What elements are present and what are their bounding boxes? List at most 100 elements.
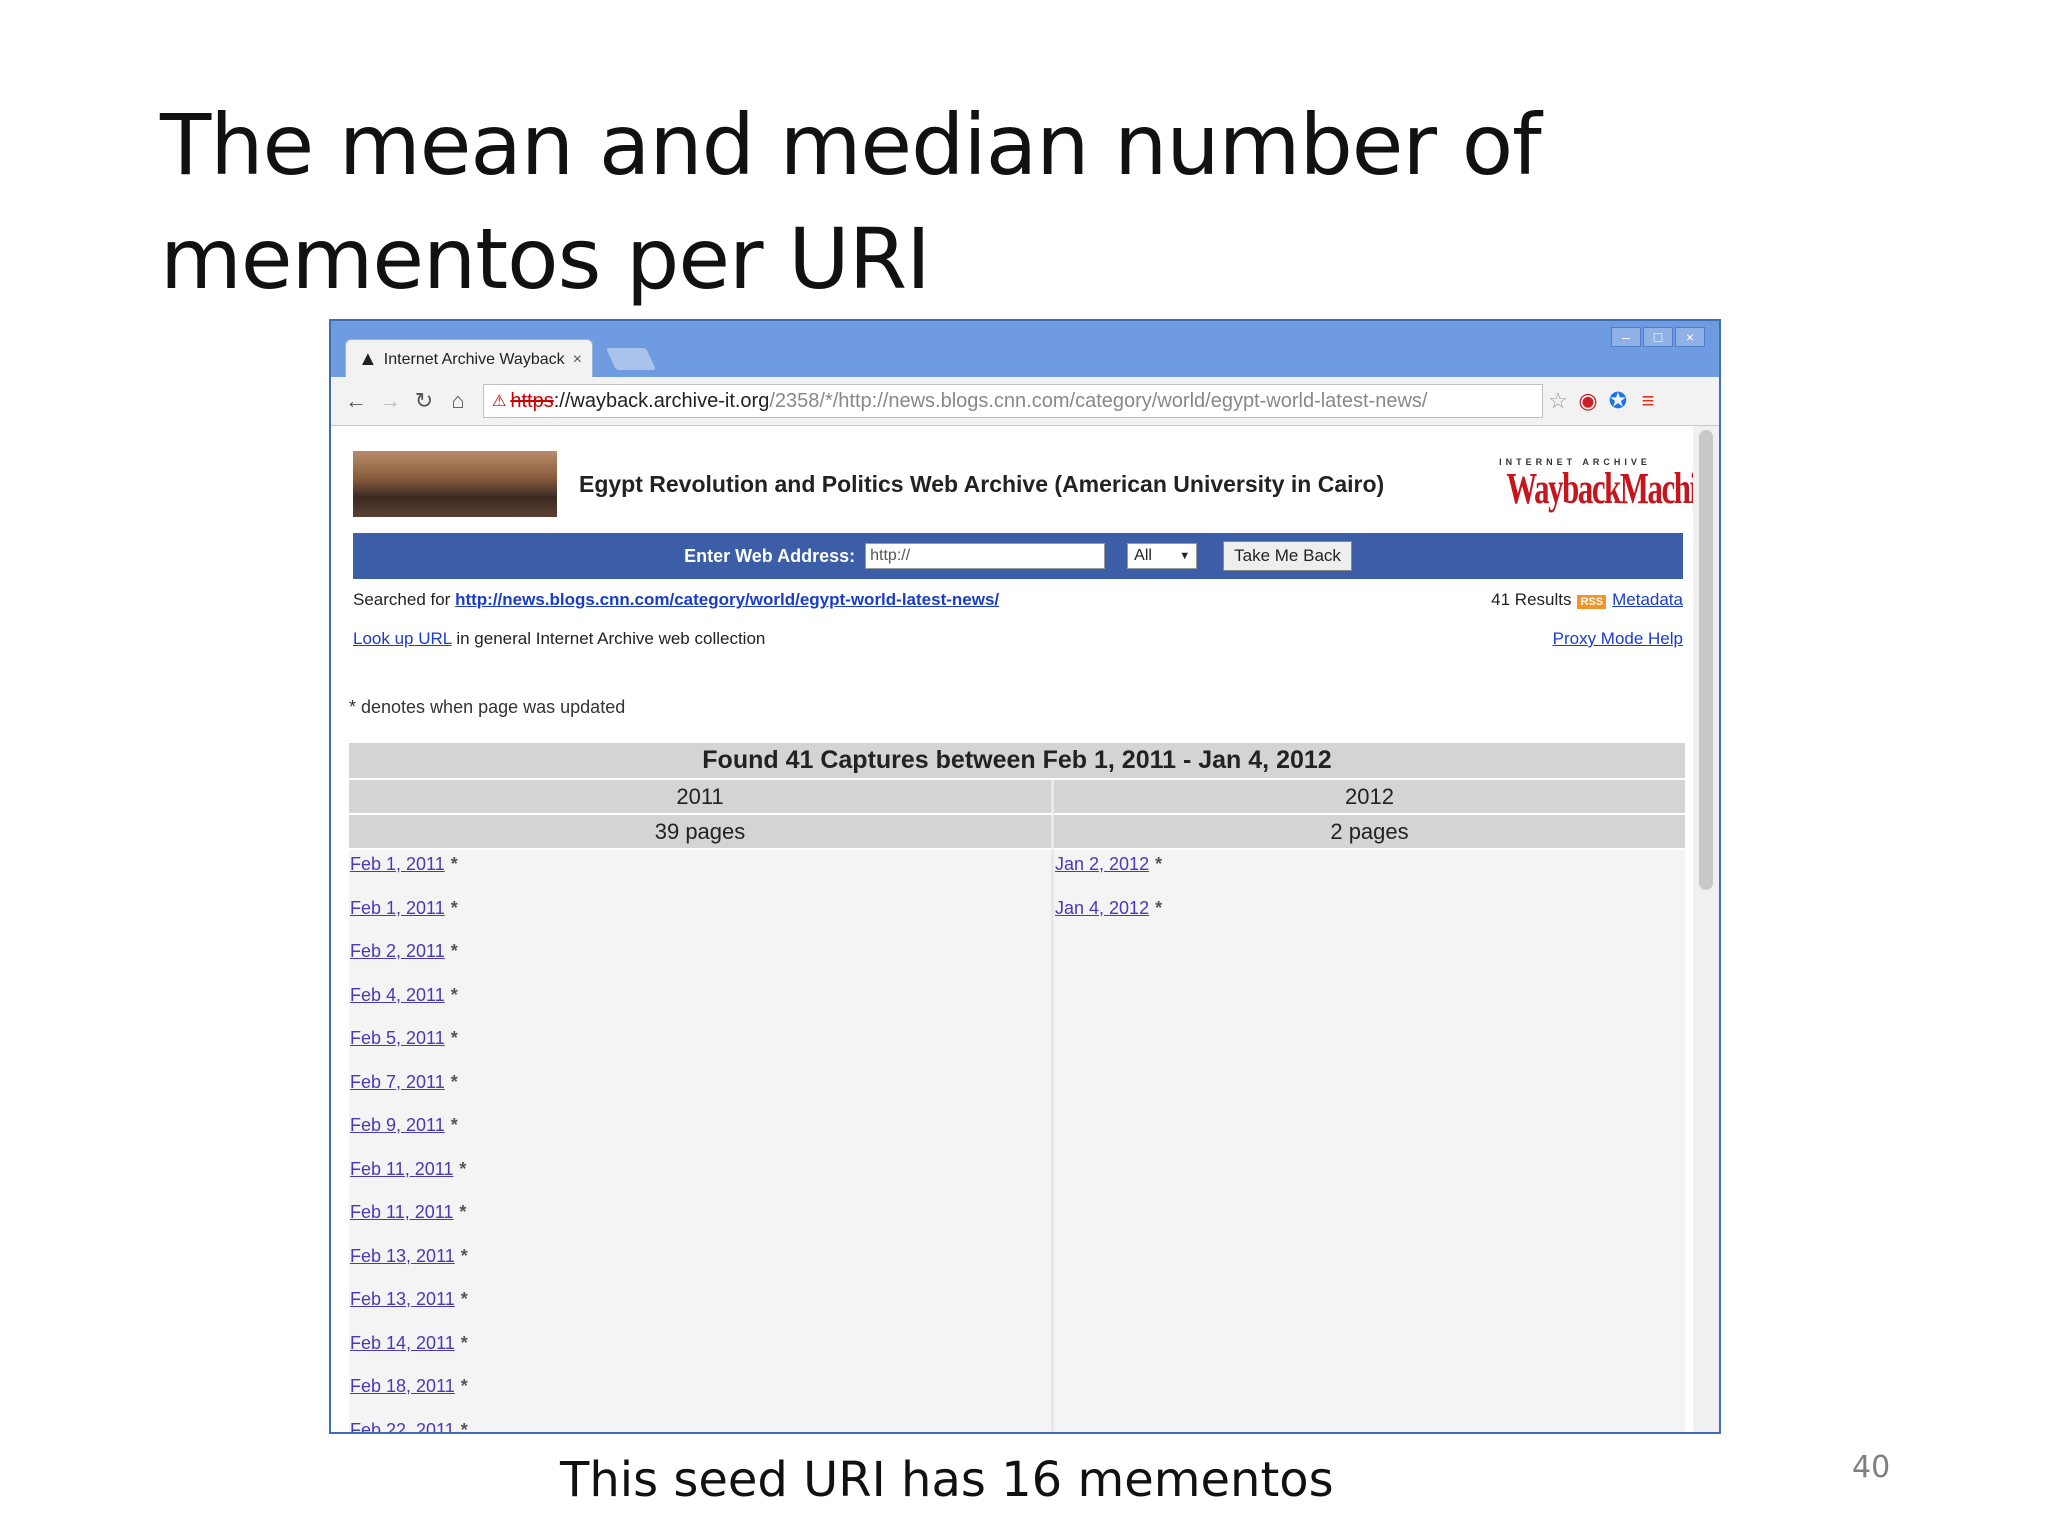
updated-mark: * xyxy=(460,1332,468,1353)
capture-date-link[interactable]: Feb 11, 2011 xyxy=(350,1159,453,1179)
page-scrollbar[interactable] xyxy=(1693,426,1719,1432)
captures-heading: Found 41 Captures between Feb 1, 2011 - … xyxy=(349,743,1685,780)
year-2012-header: 2012 xyxy=(1054,780,1685,815)
new-tab-button[interactable] xyxy=(605,348,657,370)
updated-mark: * xyxy=(450,1028,458,1048)
pages-2012: 2 pages xyxy=(1054,815,1685,850)
url-scheme: https xyxy=(510,389,554,412)
capture-date-link[interactable]: Feb 2, 2011 xyxy=(350,941,445,961)
capture-item: Feb 22, 2011 * xyxy=(350,1419,1050,1434)
slide-title-line2: mementos per URI xyxy=(160,210,931,308)
url-path: /2358/*/http://news.blogs.cnn.com/catego… xyxy=(769,389,1428,412)
capture-item: Feb 5, 2011 * xyxy=(350,1028,1050,1072)
updated-mark: * xyxy=(450,854,458,874)
updated-note: * denotes when page was updated xyxy=(349,697,626,717)
browser-window: ▲ Internet Archive Wayback × – □ × ← → ↻… xyxy=(329,319,1721,1434)
capture-item: Feb 1, 2011 * xyxy=(350,854,1050,898)
capture-date-link[interactable]: Jan 2, 2012 xyxy=(1055,854,1149,874)
archive-banner: Egypt Revolution and Politics Web Archiv… xyxy=(353,446,1693,522)
capture-item: Feb 11, 2011 * xyxy=(350,1159,1050,1203)
pages-2011: 39 pages xyxy=(349,815,1054,850)
reload-icon[interactable]: ↻ xyxy=(407,388,441,414)
slide-caption: This seed URI has 16 mementos xyxy=(560,1452,1334,1508)
home-icon[interactable]: ⌂ xyxy=(441,388,475,414)
pinterest-icon[interactable]: ◉ xyxy=(1573,388,1603,414)
search-label: Enter Web Address: xyxy=(684,545,856,566)
capture-date-link[interactable]: Feb 5, 2011 xyxy=(350,1028,445,1048)
capture-date-link[interactable]: Jan 4, 2012 xyxy=(1055,898,1149,918)
capture-item: Feb 14, 2011 * xyxy=(350,1333,1050,1377)
slide-title: The mean and median number of mementos p… xyxy=(160,88,1860,316)
capture-item: Feb 13, 2011 * xyxy=(350,1289,1050,1333)
capture-date-link[interactable]: Feb 9, 2011 xyxy=(350,1115,445,1135)
updated-mark: * xyxy=(450,984,458,1005)
window-controls: – □ × xyxy=(1611,327,1705,347)
capture-date-link[interactable]: Feb 22, 2011 xyxy=(350,1420,455,1433)
capture-date-link[interactable]: Feb 7, 2011 xyxy=(350,1072,445,1092)
capture-date-link[interactable]: Feb 13, 2011 xyxy=(350,1289,455,1309)
close-tab-icon[interactable]: × xyxy=(573,351,582,369)
updated-mark: * xyxy=(460,1289,468,1309)
searched-url-link[interactable]: http://news.blogs.cnn.com/category/world… xyxy=(455,590,999,609)
close-window-icon[interactable]: × xyxy=(1675,327,1705,347)
capture-date-link[interactable]: Feb 11, 2011 xyxy=(350,1202,453,1222)
back-icon[interactable]: ← xyxy=(339,388,373,414)
wayback-logo[interactable]: INTERNET ARCHIVE WaybackMachine xyxy=(1477,457,1693,513)
take-me-back-button[interactable]: Take Me Back xyxy=(1223,541,1352,571)
capture-date-link[interactable]: Feb 1, 2011 xyxy=(350,854,445,874)
capture-item: Feb 1, 2011 * xyxy=(350,898,1050,942)
capture-date-link[interactable]: Feb 18, 2011 xyxy=(350,1376,455,1396)
forward-icon[interactable]: → xyxy=(373,388,407,414)
proxy-mode-help-link[interactable]: Proxy Mode Help xyxy=(1553,629,1683,649)
lookup-row: Look up URL in general Internet Archive … xyxy=(353,629,1683,649)
captures-table: Found 41 Captures between Feb 1, 2011 - … xyxy=(349,743,1685,1434)
url-host: ://wayback.archive-it.org xyxy=(553,389,770,412)
capture-date-link[interactable]: Feb 13, 2011 xyxy=(350,1246,455,1266)
browser-tab[interactable]: ▲ Internet Archive Wayback × xyxy=(345,339,593,379)
wayback-search-bar: Enter Web Address: All ▼ Take Me Back xyxy=(353,533,1683,579)
capture-item: Feb 4, 2011 * xyxy=(350,985,1050,1029)
capture-date-link[interactable]: Feb 4, 2011 xyxy=(350,985,445,1005)
updated-mark: * xyxy=(1155,897,1163,918)
captures-2011-list: Feb 1, 2011 * Feb 1, 2011 * Feb 2, 2011 * Feb … xyxy=(349,850,1054,1434)
rss-icon[interactable]: RSS xyxy=(1577,595,1607,609)
capture-item: Feb 9, 2011 * xyxy=(350,1115,1050,1159)
maximize-icon[interactable]: □ xyxy=(1643,327,1673,347)
searched-for-row: Searched for http://news.blogs.cnn.com/c… xyxy=(353,590,1683,610)
dropdown-arrow-icon: ▼ xyxy=(1179,550,1191,562)
tab-title: Internet Archive Wayback xyxy=(383,350,565,368)
capture-item: Jan 2, 2012 * xyxy=(1055,854,1684,898)
minimize-icon[interactable]: – xyxy=(1611,327,1641,347)
lookup-url-link[interactable]: Look up URL xyxy=(353,629,452,648)
capture-item: Feb 11, 2011 * xyxy=(350,1202,1050,1246)
updated-mark: * xyxy=(450,897,458,918)
capture-item: Feb 2, 2011 * xyxy=(350,941,1050,985)
address-bar[interactable]: ⚠ https ://wayback.archive-it.org /2358/… xyxy=(483,384,1543,418)
updated-mark: * xyxy=(460,1376,468,1396)
logo-big-text: WaybackMachine xyxy=(1506,464,1693,513)
title-bar: ▲ Internet Archive Wayback × – □ × xyxy=(331,321,1719,379)
collection-title: Egypt Revolution and Politics Web Archiv… xyxy=(579,470,1385,497)
bookmark-star-icon[interactable]: ☆ xyxy=(1543,388,1573,414)
collection-select[interactable]: All ▼ xyxy=(1127,543,1198,569)
select-value: All xyxy=(1134,547,1152,564)
updated-mark: * xyxy=(460,1419,468,1434)
extension-icon[interactable]: ✪ xyxy=(1603,388,1633,414)
metadata-link[interactable]: Metadata xyxy=(1612,590,1683,609)
archive-icon: ▲ xyxy=(358,348,378,370)
capture-date-link[interactable]: Feb 14, 2011 xyxy=(350,1333,455,1353)
updated-mark: * xyxy=(459,1202,467,1222)
results-count: 41 Results xyxy=(1491,590,1572,609)
browser-toolbar: ← → ↻ ⌂ ⚠ https ://wayback.archive-it.or… xyxy=(331,377,1719,426)
updated-mark: * xyxy=(460,1245,468,1266)
capture-date-link[interactable]: Feb 1, 2011 xyxy=(350,898,445,918)
insecure-lock-icon: ⚠ xyxy=(492,393,507,410)
menu-icon[interactable]: ≡ xyxy=(1633,388,1663,414)
web-address-input[interactable] xyxy=(865,543,1106,569)
slide-title-line1: The mean and median number of xyxy=(160,96,1542,194)
scrollbar-thumb[interactable] xyxy=(1699,430,1713,890)
captures-2012-list: Jan 2, 2012 * Jan 4, 2012 * xyxy=(1054,850,1685,1432)
updated-mark: * xyxy=(450,1115,458,1135)
capture-item: Jan 4, 2012 * xyxy=(1055,898,1684,942)
updated-mark: * xyxy=(450,941,458,961)
